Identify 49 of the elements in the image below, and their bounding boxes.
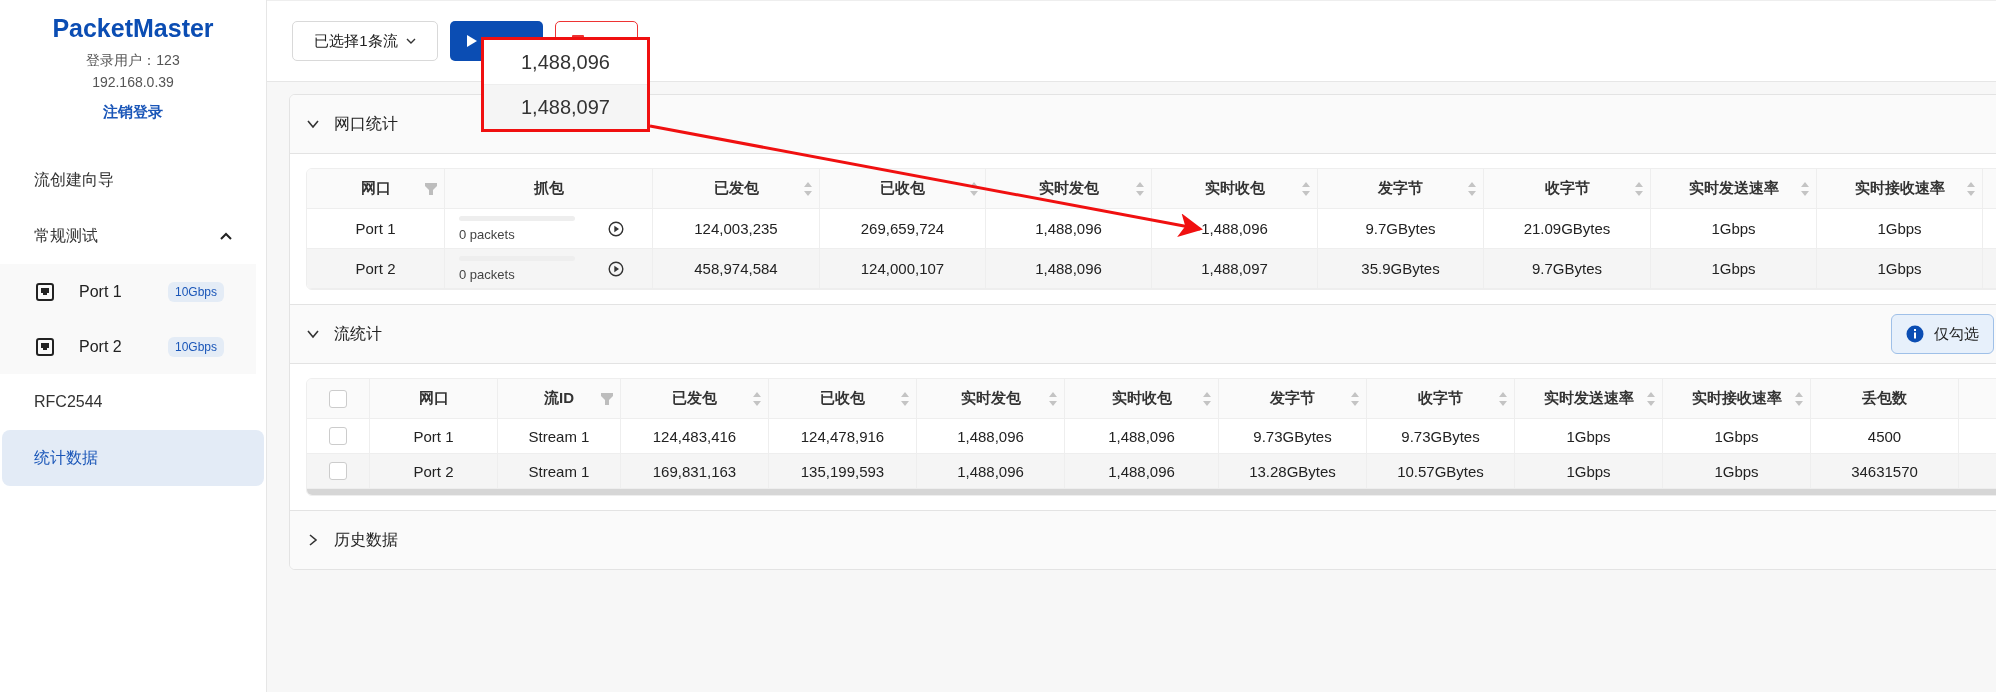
table-cell: 1,488,096 (1035, 220, 1102, 237)
table-cell: 9.73GBytes (1253, 427, 1332, 445)
table-cell: Stream 1 (528, 462, 590, 480)
speed-badge: 10Gbps (167, 281, 224, 302)
table-cell: 4500 (1867, 427, 1902, 445)
table-cell: 124,000,107 (860, 260, 945, 277)
table-cell: 9.73GBytes (1401, 427, 1480, 445)
table-cell: 1,488,096 (957, 427, 1024, 445)
table-cell: 21.09GBytes (1523, 220, 1611, 237)
table-cell: 269,659,724 (860, 220, 945, 237)
ip-address: 192.168.0.39 (91, 73, 175, 92)
callout-value: 1,488,097 (521, 95, 610, 119)
table-cell: 9.7GBytes (1365, 220, 1436, 237)
table-cell: Port 2 (413, 462, 454, 480)
table-cell: 1,488,097 (1201, 260, 1268, 277)
table-cell: 1,488,096 (957, 462, 1024, 480)
table-cell: Port 2 (355, 260, 396, 277)
user-label: 登录用户：123 (85, 51, 181, 70)
table-cell: 1Gbps (1714, 427, 1759, 445)
table-cell: 1Gbps (1566, 462, 1611, 480)
packet-count: 0 packets (459, 266, 516, 282)
callout-value: 1,488,096 (521, 50, 610, 74)
table-cell: 1Gbps (1877, 220, 1922, 237)
table-cell: 124,483,416 (652, 427, 737, 445)
table-cell: 13.28GBytes (1249, 462, 1336, 480)
table-cell: 1Gbps (1714, 462, 1759, 480)
table-cell: 135,199,593 (800, 462, 885, 480)
table-cell: 1Gbps (1877, 260, 1922, 277)
table-cell: 35.9GBytes (1361, 260, 1440, 277)
table-cell: 1,488,096 (1035, 260, 1102, 277)
table-cell: 1Gbps (1711, 220, 1756, 237)
speed-badge: 10Gbps (167, 336, 224, 357)
table-cell: 1Gbps (1711, 260, 1756, 277)
table-cell: Port 1 (355, 220, 396, 237)
table-cell: 1,488,096 (1201, 220, 1268, 237)
table-cell: 124,003,235 (694, 220, 778, 237)
table-cell: 1,488,096 (1108, 427, 1175, 445)
table-cell: 1Gbps (1566, 427, 1611, 445)
packet-count: 0 packets (459, 226, 516, 242)
table-cell: 458,974,584 (694, 260, 778, 277)
table-cell: Stream 1 (528, 427, 590, 445)
table-cell: 169,831,163 (652, 462, 737, 480)
table-cell: 124,478,916 (800, 427, 885, 445)
table-cell: 34631570 (1851, 462, 1918, 480)
table-cell: 9.7GBytes (1531, 260, 1602, 277)
app-logo: PacketMaster (51, 14, 215, 43)
table-cell: 10.57GBytes (1397, 462, 1484, 480)
table-cell: Port 1 (413, 427, 454, 445)
table-cell: 1,488,096 (1108, 462, 1175, 480)
